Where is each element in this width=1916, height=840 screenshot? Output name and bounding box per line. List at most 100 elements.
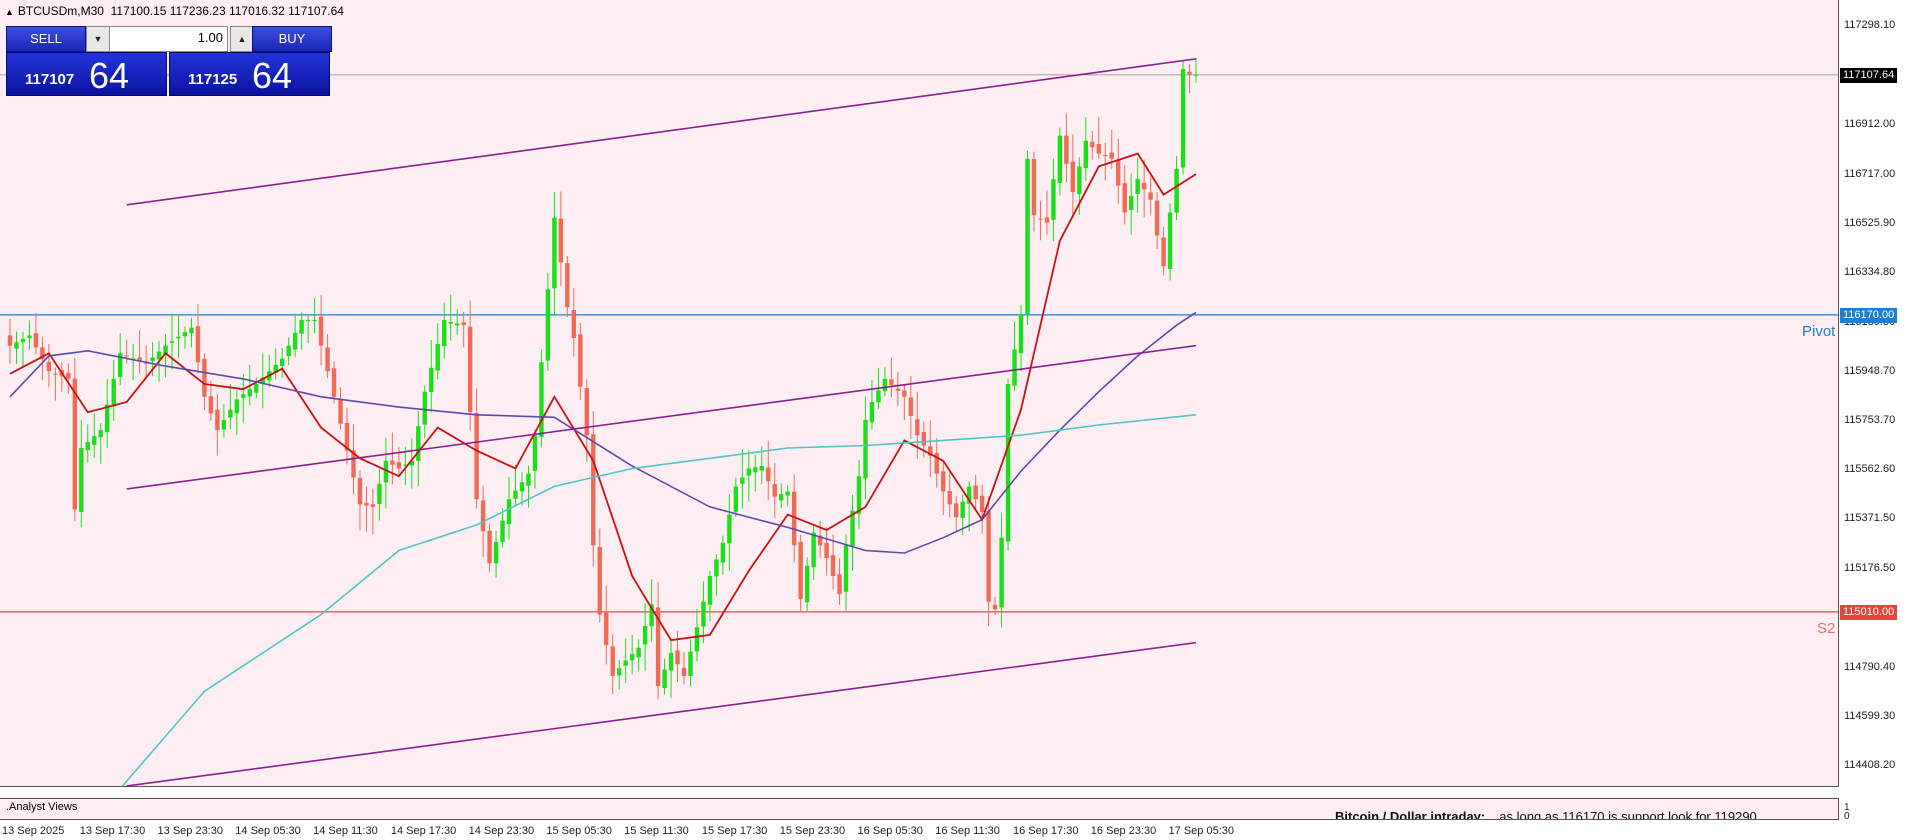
candle-body [1116,159,1121,186]
candle-body [733,486,739,512]
candle-body [617,668,622,676]
time-tick-label: 16 Sep 05:30 [857,825,923,837]
candle-body [921,431,927,446]
buy-price-main: 117125 [188,71,238,88]
price-tick-label: 114599.30 [1844,710,1896,723]
buy-price-box[interactable]: 117125 64 [169,52,330,96]
candle-body [1141,182,1147,190]
candle-body [811,532,816,568]
one-click-trading-panel: SELL ▼ 1.00 ▲ BUY 117107 64 117125 64 [6,26,332,96]
sell-button[interactable]: SELL [6,26,86,52]
analyst-views-panel[interactable]: .Analyst Views Bitcoin / Dollar intraday… [0,798,1839,820]
candle-body [908,397,914,417]
candle-body [1174,168,1179,213]
ohlc-readout: 117100.15 117236.23 117016.32 117107.64 [110,4,344,18]
price-chart[interactable] [0,0,1838,786]
time-tick-label: 13 Sep 2025 [2,825,65,837]
price-tick-label: 114408.20 [1844,758,1896,771]
candle-body [824,542,829,559]
candle-body [1167,212,1173,269]
candle-body [986,511,991,602]
analyst-heading: Bitcoin / Dollar intraday: [1335,809,1486,820]
price-tick-label: 115948.70 [1844,364,1896,377]
candle-body [513,490,518,499]
candle-body [1025,158,1030,315]
candle-body [1083,140,1089,168]
candle-body [629,654,635,661]
candle-body [467,326,473,413]
candle-body [442,320,447,347]
candle-body [889,379,894,385]
time-tick-label: 14 Sep 23:30 [468,825,535,837]
candle-body [979,495,985,513]
price-tick-label: 116912.00 [1844,117,1896,130]
candle-body [597,547,602,615]
candle-body [539,362,544,437]
candle-body [1044,217,1050,223]
candle-body [318,316,324,346]
candle-body [370,504,376,507]
candle-body [604,612,609,646]
candle-body [623,660,628,666]
candle-body [779,494,784,501]
candle-body [843,545,849,592]
candle-body [208,396,214,414]
candle-body [241,394,246,398]
chart-area[interactable] [0,0,1839,787]
candle-body [714,559,719,577]
candle-body [798,541,803,600]
candle-body [480,500,486,532]
s2-price-tag: 115010.00 [1840,604,1898,620]
price-tick-label: 115753.70 [1844,414,1896,427]
candle-body [1109,152,1114,159]
candle-body [299,320,304,334]
candle-body [1154,200,1160,236]
current-price-tag: 117107.64 [1840,67,1898,83]
candle-body [92,436,97,445]
time-tick-label: 17 Sep 05:30 [1168,825,1234,837]
candle-body [558,218,564,263]
lot-decrease-icon[interactable]: ▼ [86,26,110,52]
candle-body [830,555,836,577]
candle-body [1148,192,1153,200]
buy-button[interactable]: BUY [252,26,332,52]
candle-body [915,419,920,436]
time-tick-label: 15 Sep 11:30 [624,825,689,837]
collapse-triangle-icon[interactable]: ▲ [5,7,14,17]
candle-body [591,434,596,546]
candle-body [14,342,19,349]
candle-body [53,373,58,375]
candle-body [79,448,84,513]
candle-body [195,326,201,363]
price-tick-label: 115371.50 [1844,512,1896,525]
candle-body [856,476,862,514]
lot-increase-icon[interactable]: ▲ [230,26,254,52]
lot-size-input[interactable]: 1.00 [109,26,228,52]
candle-body [435,343,440,371]
price-tick-label: 116334.80 [1844,265,1896,278]
candle-body [461,322,466,326]
candle-body [532,435,538,471]
candle-body [312,320,317,322]
candle-body [571,310,577,338]
candle-body [519,482,525,492]
candle-body [1070,161,1076,193]
candle-body [1051,179,1056,220]
time-tick-label: 16 Sep 17:30 [1013,825,1079,837]
price-tick-label: 116525.90 [1844,216,1896,229]
candle-body [85,442,90,451]
candle-body [228,409,233,418]
candle-body [675,650,680,665]
candle-body [182,332,188,337]
time-tick-label: 15 Sep 17:30 [701,825,768,837]
candle-body [727,514,732,544]
candle-body [286,345,291,357]
candle-body [662,669,667,689]
candle-body [1187,71,1192,75]
candle-body [429,367,434,392]
sell-price-box[interactable]: 117107 64 [6,52,167,96]
candle-body [500,520,505,542]
candle-body [377,483,382,504]
moving-average-line-2 [9,311,1197,554]
candle-body [105,404,110,433]
